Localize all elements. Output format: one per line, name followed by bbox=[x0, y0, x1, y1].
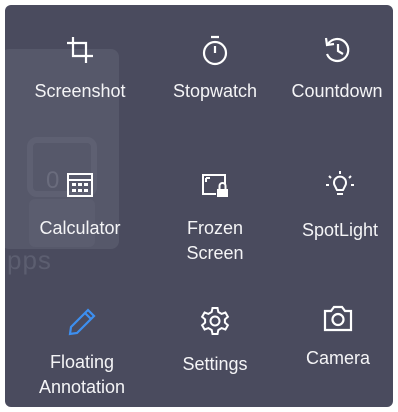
crop-icon bbox=[67, 37, 93, 63]
toolbox-panel: 0 pps Screenshot Stopwatch Countdown Cal… bbox=[5, 5, 393, 407]
settings-tile[interactable]: Settings bbox=[150, 305, 280, 377]
frozen-screen-tile[interactable]: Frozen Screen bbox=[150, 172, 280, 266]
gear-icon bbox=[200, 307, 230, 335]
frozen-screen-label-line1: Frozen bbox=[186, 218, 244, 238]
history-icon bbox=[324, 37, 350, 63]
countdown-label: Countdown bbox=[291, 81, 383, 101]
floating-annotation-label-line1: Floating bbox=[49, 352, 115, 372]
calculator-icon bbox=[67, 173, 93, 197]
spotlight-label: SpotLight bbox=[301, 220, 379, 240]
settings-label: Settings bbox=[182, 354, 248, 374]
camera-icon bbox=[323, 305, 353, 332]
spotlight-tile[interactable]: SpotLight bbox=[275, 169, 393, 243]
calculator-label: Calculator bbox=[39, 218, 121, 238]
screenshot-label: Screenshot bbox=[34, 81, 126, 101]
frozen-screen-label-line2: Screen bbox=[186, 243, 244, 263]
stopwatch-label: Stopwatch bbox=[172, 81, 258, 101]
floating-annotation-label-line2: Annotation bbox=[38, 377, 126, 397]
floating-annotation-tile[interactable]: Floating Annotation bbox=[17, 306, 147, 400]
countdown-tile[interactable]: Countdown bbox=[272, 35, 393, 104]
camera-label: Camera bbox=[305, 348, 371, 368]
background-text: pps bbox=[7, 245, 52, 275]
stopwatch-icon bbox=[202, 35, 228, 66]
lightbulb-icon bbox=[326, 171, 354, 195]
pencil-icon bbox=[68, 308, 96, 336]
stopwatch-tile[interactable]: Stopwatch bbox=[150, 35, 280, 104]
camera-tile[interactable]: Camera bbox=[273, 303, 393, 371]
screenshot-tile[interactable]: Screenshot bbox=[15, 35, 145, 104]
calculator-tile[interactable]: Calculator bbox=[15, 172, 145, 241]
frozen-screen-icon bbox=[202, 174, 228, 197]
